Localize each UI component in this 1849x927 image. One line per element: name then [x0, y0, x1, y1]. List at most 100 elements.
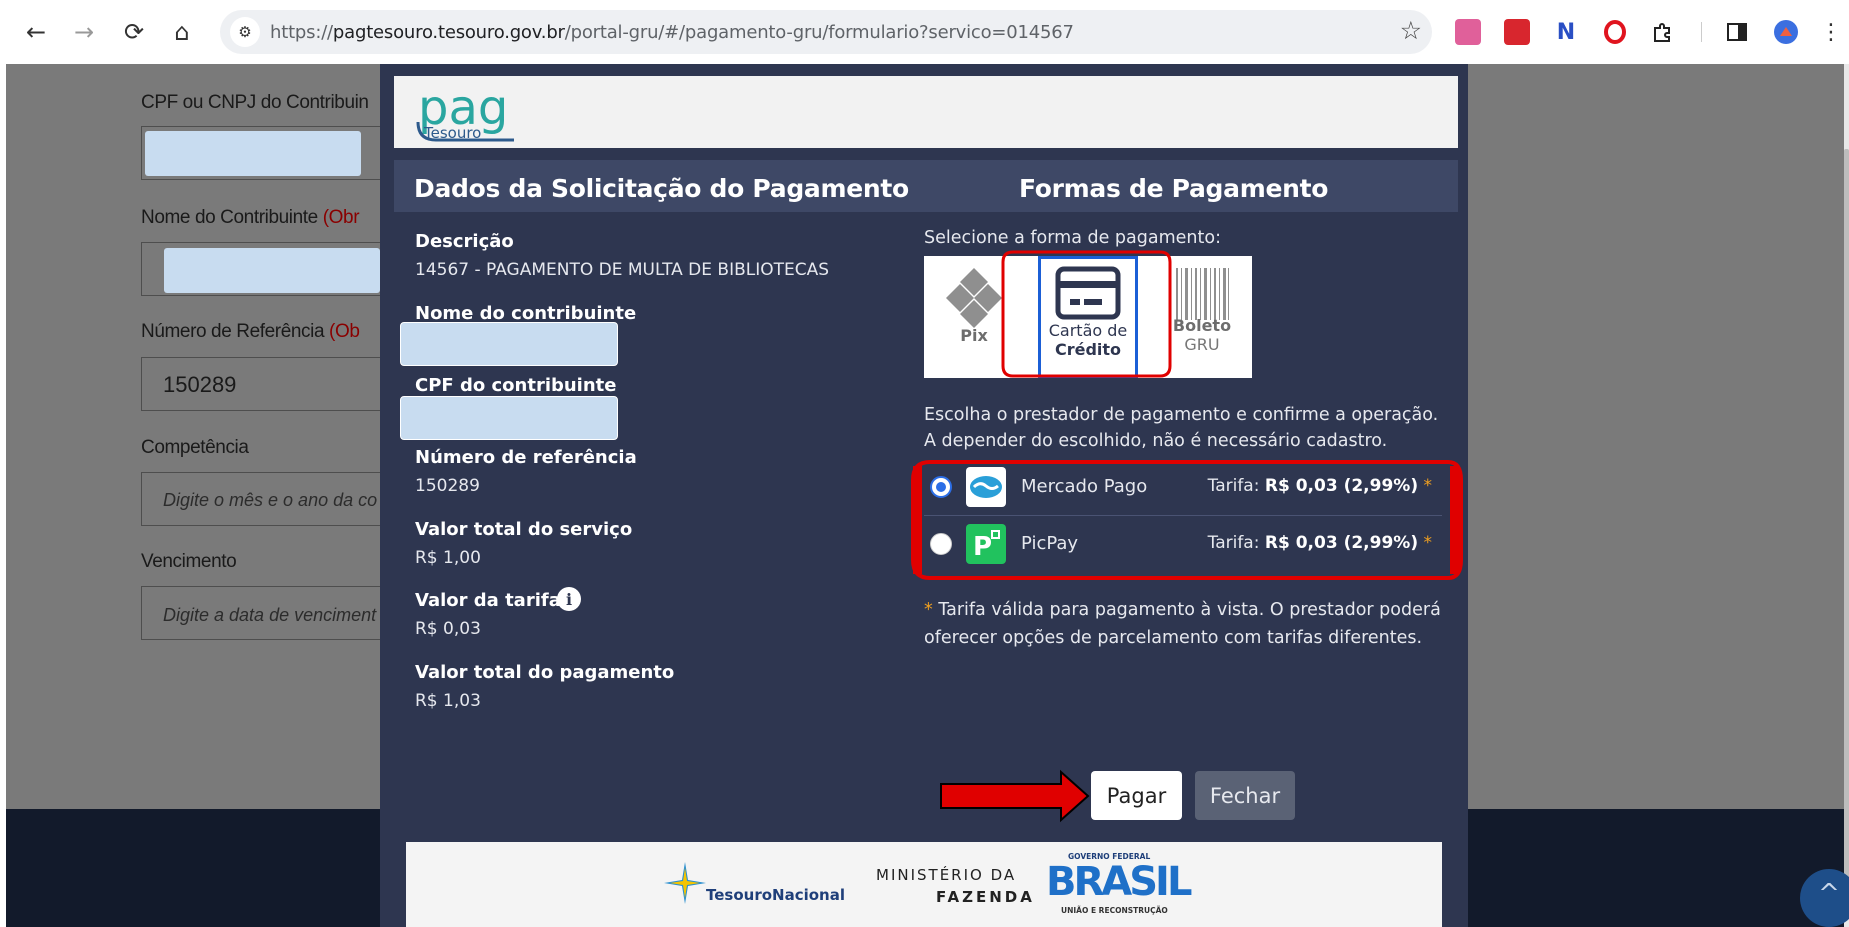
fee-label: Tarifa: [1207, 476, 1260, 496]
url-text[interactable]: https://pagtesouro.tesouro.gov.br/portal… [270, 22, 1074, 43]
fee-value: R$ 0,03 (2,99%) [1264, 476, 1419, 496]
url-path: /portal-gru/#/pagamento-gru/formulario?s… [564, 22, 1074, 43]
referencia-label: Número de referência [415, 447, 637, 468]
referencia-value: 150289 [415, 476, 480, 496]
home-icon[interactable]: ⌂ [164, 14, 200, 50]
svg-text:P: P [973, 532, 992, 562]
provider-fee-picpay: Tarifa: R$ 0,03 (2,99%) * [1208, 533, 1432, 553]
valor-pagamento-label: Valor total do pagamento [415, 662, 675, 683]
descricao-label: Descrição [415, 231, 514, 252]
tile-boleto-sub: GRU [1184, 335, 1220, 354]
logo-text-tesouro: Tesouro [423, 124, 481, 142]
bg-cpf-redaction [145, 131, 361, 176]
gov-brasil-wordmark: BRASIL [1046, 859, 1192, 905]
browser-menu-icon[interactable]: ⋮ [1818, 14, 1844, 50]
tile-boleto[interactable]: Boleto GRU [1152, 256, 1252, 378]
nome-redaction [400, 322, 618, 366]
bg-label-nome-text: Nome do Contribuinte [141, 207, 318, 228]
extension-n-icon[interactable]: N [1553, 19, 1579, 45]
mercado-pago-logo-icon [966, 467, 1006, 507]
tile-boleto-label: Boleto [1172, 316, 1232, 335]
bg-label-ref: Número de Referência (Ob [141, 321, 360, 343]
tesouro-part-2: Nacional [772, 886, 845, 904]
extension-1-icon[interactable] [1455, 19, 1481, 45]
cpf-label: CPF do contribuinte [415, 375, 617, 396]
provider-prompt-line2: A depender do escolhido, não é necessári… [924, 431, 1388, 451]
nome-label: Nome do contribuinte [415, 303, 637, 324]
scroll-to-top-button[interactable]: ^ [1800, 869, 1849, 927]
tesouro-part-1: Tesouro [706, 886, 773, 904]
fee-note-text-1: Tarifa válida para pagamento à vista. O … [932, 600, 1441, 620]
bg-label-nome-required: (Obr [322, 207, 360, 228]
radio-mercado-pago[interactable] [930, 476, 952, 498]
site-settings-icon[interactable]: ⚙ [230, 17, 260, 47]
bookmark-star-icon[interactable]: ☆ [1400, 16, 1422, 45]
credit-card-icon [1055, 266, 1121, 320]
fee-label: Tarifa: [1207, 533, 1260, 553]
browser-toolbar: ← → ⟳ ⌂ ⚙ https://pagtesouro.tesouro.gov… [0, 0, 1849, 64]
bg-label-ref-text: Número de Referência [141, 321, 325, 342]
tesouro-nacional-star-icon [664, 862, 706, 904]
modal-footer: TesouroNacional MINISTÉRIO DA FAZENDA GO… [406, 842, 1442, 927]
back-icon[interactable]: ← [18, 14, 54, 50]
tesouro-nacional-wordmark: TesouroNacional [706, 886, 845, 904]
bg-label-ref-required: (Ob [329, 321, 360, 342]
pix-icon [946, 268, 1002, 328]
bg-vencimento-placeholder: Digite a data de venciment [163, 605, 377, 625]
profile-avatar-icon[interactable] [1773, 19, 1799, 45]
scrollbar-thumb[interactable] [1844, 149, 1849, 889]
section-header-bar: Dados da Solicitação do Pagamento Formas… [394, 160, 1458, 212]
extension-opera-icon[interactable] [1602, 19, 1628, 45]
modal-header: pag Tesouro [394, 76, 1458, 148]
cpf-redaction [400, 396, 618, 440]
select-payment-prompt: Selecione a forma de pagamento: [924, 228, 1221, 248]
extensions-puzzle-icon[interactable] [1650, 19, 1676, 45]
ministerio-line1: MINISTÉRIO DA [876, 866, 1017, 884]
extension-2-icon[interactable] [1504, 19, 1530, 45]
reload-icon[interactable]: ⟳ [116, 14, 152, 50]
forward-icon[interactable]: → [66, 14, 102, 50]
payment-modal: pag Tesouro Dados da Solicitação do Paga… [380, 64, 1468, 927]
radio-picpay[interactable] [930, 533, 952, 555]
fee-note-asterisk: * [924, 600, 933, 620]
tile-pix[interactable]: Pix [924, 256, 1024, 378]
side-panel-icon[interactable] [1724, 19, 1750, 45]
payment-method-tiles: Pix Cartão de Crédito Boleto GRU [924, 256, 1252, 378]
fee-note-line2: oferecer opções de parcelamento com tari… [924, 628, 1423, 648]
fechar-button[interactable]: Fechar [1195, 771, 1295, 820]
provider-row-mercado-pago[interactable]: Mercado Pago Tarifa: R$ 0,03 (2,99%) * [924, 459, 1442, 515]
provider-name-mercado-pago: Mercado Pago [1021, 476, 1148, 497]
provider-name-picpay: PicPay [1021, 533, 1079, 554]
pagtesouro-logo: pag Tesouro [416, 80, 536, 144]
address-bar[interactable]: ⚙ https://pagtesouro.tesouro.gov.br/port… [220, 10, 1432, 54]
pagar-button[interactable]: Pagar [1091, 771, 1182, 820]
valor-tarifa-value: R$ 0,03 [415, 619, 481, 639]
valor-servico-label: Valor total do serviço [415, 519, 633, 540]
fee-note-line1: * Tarifa válida para pagamento à vista. … [924, 600, 1441, 620]
bg-ref-value: 150289 [163, 372, 237, 397]
fee-value: R$ 0,03 (2,99%) [1264, 533, 1419, 553]
tile-card-label-1: Cartão de [1048, 321, 1128, 340]
bg-label-competencia: Competência [141, 437, 249, 458]
gov-federal-bottom: UNIÃO E RECONSTRUÇÃO [1061, 906, 1168, 915]
tile-cartao-credito[interactable]: Cartão de Crédito [1038, 256, 1138, 378]
provider-row-picpay[interactable]: P PicPay Tarifa: R$ 0,03 (2,99%) * [924, 516, 1442, 572]
bg-nome-redaction [164, 248, 380, 293]
section-title-formas: Formas de Pagamento [1019, 174, 1329, 203]
url-prefix: https:// [270, 22, 333, 43]
fee-asterisk: * [1423, 476, 1433, 496]
provider-list: Mercado Pago Tarifa: R$ 0,03 (2,99%) * P… [924, 459, 1442, 573]
info-icon[interactable]: i [557, 587, 581, 611]
provider-prompt-line1: Escolha o prestador de pagamento e confi… [924, 405, 1439, 425]
section-title-dados: Dados da Solicitação do Pagamento [414, 174, 909, 203]
tile-card-label-2: Crédito [1054, 340, 1122, 359]
bg-label-nome: Nome do Contribuinte (Obr [141, 207, 360, 229]
fee-asterisk: * [1423, 533, 1433, 553]
page-scrollbar[interactable] [1844, 64, 1849, 927]
bg-competencia-placeholder: Digite o mês e o ano da co [163, 490, 378, 510]
ministerio-line2: FAZENDA [936, 888, 1035, 906]
toolbar-separator [1701, 22, 1702, 42]
tile-pix-label: Pix [960, 326, 988, 345]
provider-fee-mercado-pago: Tarifa: R$ 0,03 (2,99%) * [1208, 476, 1432, 496]
picpay-logo-icon: P [966, 524, 1006, 564]
